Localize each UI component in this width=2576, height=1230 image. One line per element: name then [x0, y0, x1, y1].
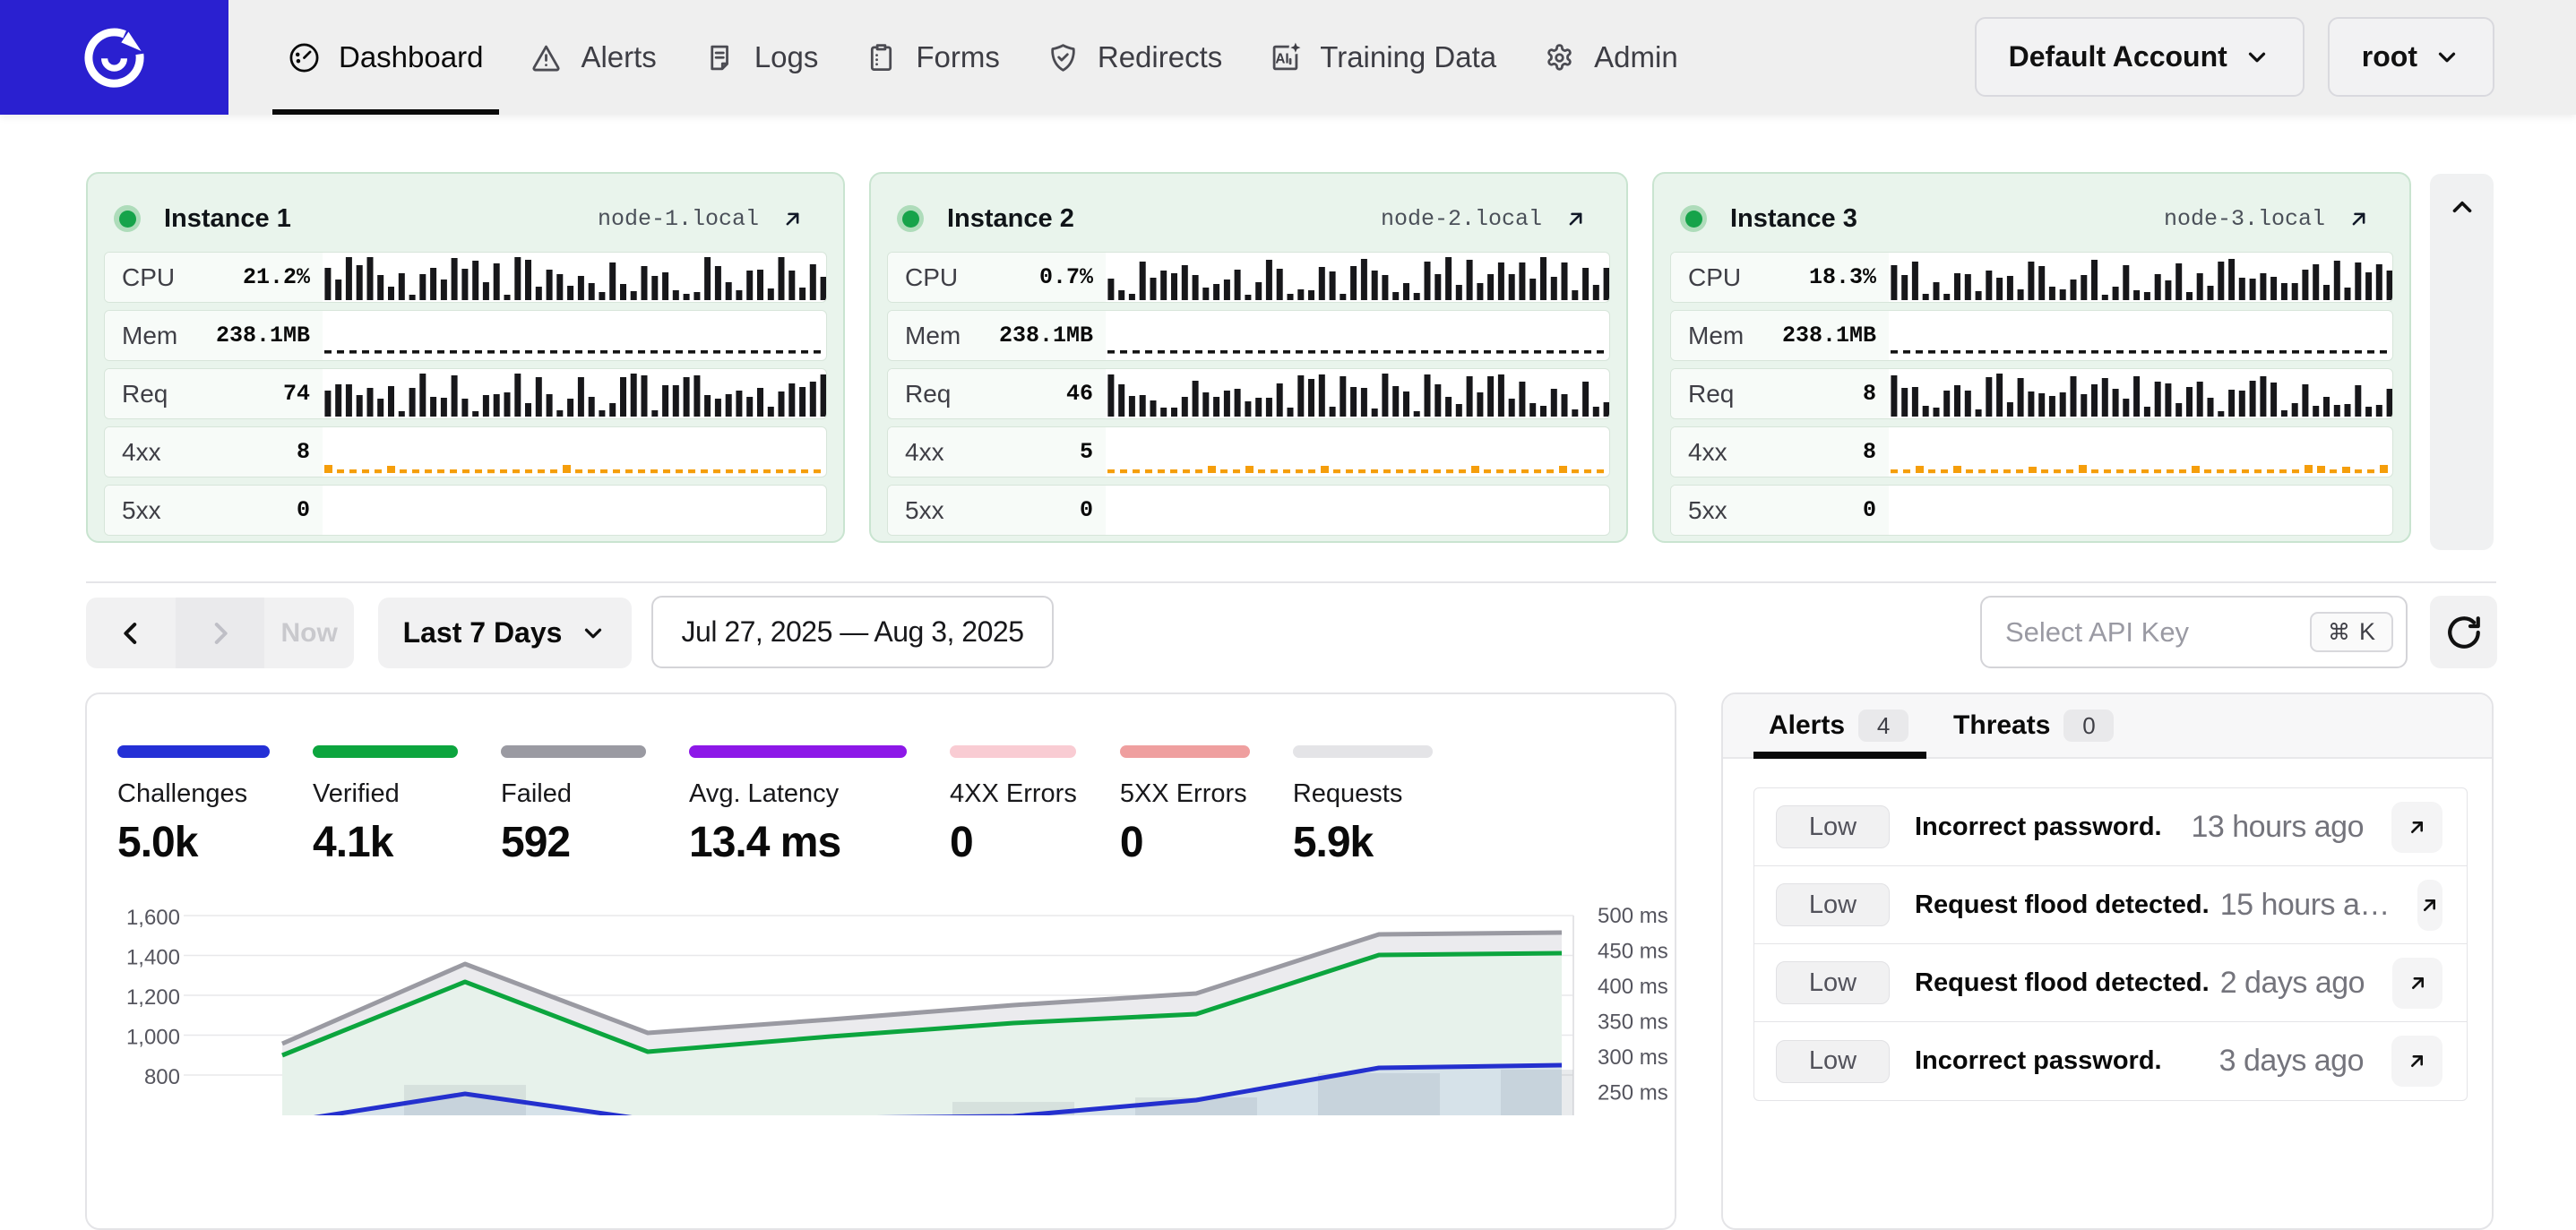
svg-text:300 ms: 300 ms [1598, 1045, 1668, 1070]
svg-text:400 ms: 400 ms [1598, 975, 1668, 999]
svg-text:1,400: 1,400 [126, 946, 180, 970]
svg-text:1,000: 1,000 [126, 1026, 180, 1050]
svg-text:500 ms: 500 ms [1598, 904, 1668, 928]
svg-text:450 ms: 450 ms [1598, 940, 1668, 964]
svg-text:800: 800 [144, 1065, 180, 1089]
svg-text:350 ms: 350 ms [1598, 1011, 1668, 1035]
svg-text:1,600: 1,600 [126, 906, 180, 930]
svg-text:250 ms: 250 ms [1598, 1081, 1668, 1105]
svg-text:AI: AI [1276, 51, 1289, 66]
svg-text:1,200: 1,200 [126, 985, 180, 1010]
